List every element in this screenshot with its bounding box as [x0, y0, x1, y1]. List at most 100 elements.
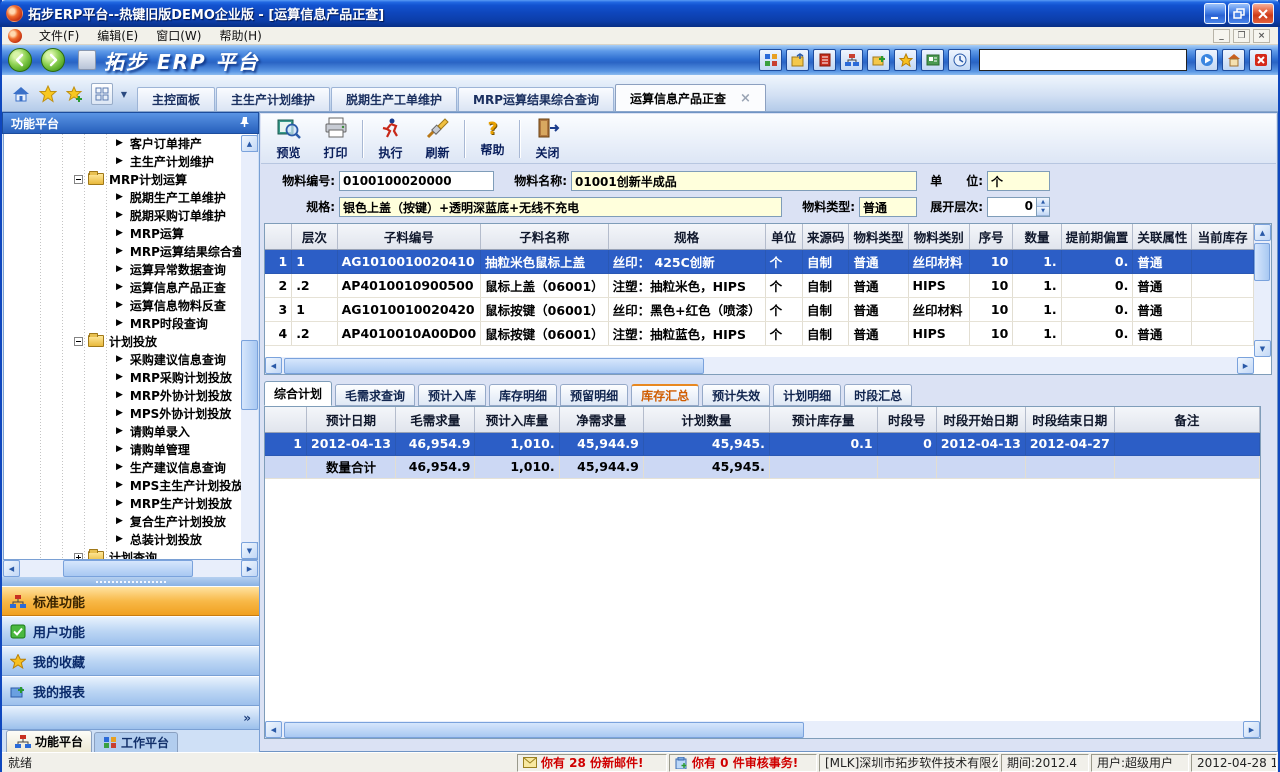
scroll-right-icon[interactable]: ▶ — [1243, 721, 1260, 738]
bom-horizontal-scrollbar[interactable]: ◀ ▶ — [265, 357, 1254, 374]
tree-vertical-scrollbar[interactable]: ▲ ▼ — [241, 135, 258, 559]
spec-input[interactable] — [339, 197, 782, 217]
tree-item-MRP运算结果综合查询[interactable]: ▶MRP运算结果综合查询 — [4, 242, 257, 260]
quick-search-input[interactable] — [979, 49, 1187, 71]
detail-tab-库存汇总[interactable]: 库存汇总 — [631, 384, 699, 406]
tree-item-脱期采购订单维护[interactable]: ▶脱期采购订单维护 — [4, 206, 257, 224]
restore-button[interactable] — [1228, 3, 1250, 24]
tree-item-MRP运算[interactable]: ▶MRP运算 — [4, 224, 257, 242]
scroll-right-icon[interactable]: ▶ — [241, 560, 258, 577]
close-app-icon[interactable] — [1249, 49, 1272, 71]
menu-item-help[interactable]: 帮助(H) — [210, 27, 270, 45]
tab-主控面板[interactable]: 主控面板 — [137, 87, 215, 111]
tree-item-MRP采购计划投放[interactable]: ▶MRP采购计划投放 — [4, 368, 257, 386]
tree-item-采购建议信息查询[interactable]: ▶采购建议信息查询 — [4, 350, 257, 368]
tree-item-脱期生产工单维护[interactable]: ▶脱期生产工单维护 — [4, 188, 257, 206]
status-audit[interactable]: 你有 0 件审核事务! — [669, 754, 817, 772]
layout-grid-icon[interactable] — [91, 83, 113, 105]
tree-item-MRP外协计划投放[interactable]: ▶MRP外协计划投放 — [4, 386, 257, 404]
sidebar-tab-工作平台[interactable]: 工作平台 — [94, 732, 178, 752]
table-row[interactable]: 2.2AP4010010900500鼠标上盖（06001）注塑：抽粒米色，HIP… — [265, 273, 1254, 297]
system-icon[interactable] — [78, 50, 96, 70]
scroll-thumb[interactable] — [1254, 243, 1270, 281]
column-header[interactable]: 时段开始日期 — [936, 407, 1025, 432]
scroll-left-icon[interactable]: ◀ — [265, 357, 282, 374]
mdi-minimize-button[interactable]: _ — [1213, 29, 1230, 43]
tree-item-MRP生产计划投放[interactable]: ▶MRP生产计划投放 — [4, 494, 257, 512]
tree-item-MPS外协计划投放[interactable]: ▶MPS外协计划投放 — [4, 404, 257, 422]
column-header[interactable] — [265, 407, 307, 432]
tree-item-主生产计划维护[interactable]: ▶主生产计划维护 — [4, 152, 257, 170]
column-header[interactable]: 序号 — [970, 224, 1013, 249]
collapse-icon[interactable] — [74, 337, 83, 346]
column-header[interactable]: 数量 — [1013, 224, 1061, 249]
sidebar-button-我的收藏[interactable]: 我的收藏 — [2, 646, 259, 676]
toolbar-button-打印[interactable]: 打印 — [312, 116, 359, 162]
item-name-input[interactable] — [571, 171, 917, 191]
detail-tab-毛需求查询[interactable]: 毛需求查询 — [335, 384, 415, 406]
column-header[interactable]: 规格 — [608, 224, 765, 249]
item-code-input[interactable] — [339, 171, 494, 191]
toolbar-button-关闭[interactable]: 关闭 — [524, 116, 571, 162]
menu-item-file[interactable]: 文件(F) — [30, 27, 88, 45]
scroll-left-icon[interactable]: ◀ — [265, 721, 282, 738]
column-header[interactable]: 时段号 — [877, 407, 936, 432]
minimize-button[interactable] — [1204, 3, 1226, 24]
scroll-down-icon[interactable]: ▼ — [1254, 340, 1271, 357]
run-icon[interactable] — [1195, 49, 1218, 71]
forward-button[interactable] — [41, 48, 65, 72]
scroll-up-icon[interactable]: ▲ — [1254, 224, 1271, 241]
table-row[interactable]: 数量合计46,954.91,010.45,944.945,945. — [265, 455, 1260, 478]
org-chart-icon[interactable] — [840, 49, 863, 71]
mdi-restore-button[interactable]: ❐ — [1233, 29, 1250, 43]
column-header[interactable]: 单位 — [765, 224, 802, 249]
column-header[interactable]: 预计库存量 — [769, 407, 877, 432]
column-header[interactable]: 毛需求量 — [395, 407, 474, 432]
expand-level-stepper[interactable]: 0 ▲▼ — [987, 197, 1050, 217]
column-header[interactable]: 备注 — [1114, 407, 1259, 432]
menu-item-window[interactable]: 窗口(W) — [147, 27, 210, 45]
toolbar-button-预览[interactable]: 预览 — [265, 116, 312, 162]
tree-item-总装计划投放[interactable]: ▶总装计划投放 — [4, 530, 257, 548]
spin-up-icon[interactable]: ▲ — [1037, 198, 1049, 207]
sidebar-button-我的报表[interactable]: 我的报表 — [2, 676, 259, 706]
contacts-icon[interactable] — [921, 49, 944, 71]
toolbar-button-帮助[interactable]: ?帮助 — [469, 116, 516, 162]
toolbar-button-刷新[interactable]: 刷新 — [414, 116, 461, 162]
home-icon[interactable] — [10, 83, 32, 105]
tree-item-请购单管理[interactable]: ▶请购单管理 — [4, 440, 257, 458]
back-button[interactable] — [8, 48, 32, 72]
item-type-input[interactable] — [859, 197, 917, 217]
column-header[interactable]: 预计入库量 — [475, 407, 559, 432]
detail-tab-预留明细[interactable]: 预留明细 — [560, 384, 628, 406]
scroll-left-icon[interactable]: ◀ — [3, 560, 20, 577]
tree-item-运算信息产品正查[interactable]: ▶运算信息产品正查 — [4, 278, 257, 296]
mdi-close-button[interactable]: × — [1253, 29, 1270, 43]
column-header[interactable]: 计划数量 — [643, 407, 769, 432]
table-row[interactable]: 31AG1010010020420鼠标按键（06001）丝印：黑色+红色（喷漆）… — [265, 297, 1254, 321]
scroll-thumb[interactable] — [63, 560, 193, 577]
scroll-thumb[interactable] — [284, 722, 804, 738]
tree-item-复合生产计划投放[interactable]: ▶复合生产计划投放 — [4, 512, 257, 530]
tree-item-请购单录入[interactable]: ▶请购单录入 — [4, 422, 257, 440]
tree-item-运算信息物料反查[interactable]: ▶运算信息物料反查 — [4, 296, 257, 314]
column-header[interactable]: 子料名称 — [481, 224, 609, 249]
tree-item-MRP时段查询[interactable]: ▶MRP时段查询 — [4, 314, 257, 332]
modules-icon[interactable] — [759, 49, 782, 71]
tab-close-icon[interactable]: × — [740, 91, 751, 106]
scroll-thumb[interactable] — [241, 340, 258, 410]
column-header[interactable]: 提前期偏置 — [1061, 224, 1133, 249]
sidebar-tab-功能平台[interactable]: 功能平台 — [6, 730, 92, 752]
tree-item-计划查询[interactable]: 计划查询 — [4, 548, 257, 560]
column-header[interactable]: 关联属性 — [1133, 224, 1192, 249]
status-mail[interactable]: 你有 28 份新邮件! — [517, 754, 667, 772]
tree-item-MPS主生产计划投放[interactable]: ▶MPS主生产计划投放 — [4, 476, 257, 494]
collapse-icon[interactable] — [74, 175, 83, 184]
sidebar-overflow-bar[interactable]: » — [2, 706, 259, 730]
tree-item-计划投放[interactable]: 计划投放 — [4, 332, 257, 350]
table-row[interactable]: 11AG1010010020410抽粒米色鼠标上盖丝印： 425C创新个自制普通… — [265, 249, 1254, 273]
close-button[interactable] — [1252, 3, 1274, 24]
column-header[interactable]: 预计日期 — [307, 407, 396, 432]
add-favorite-icon[interactable] — [64, 83, 86, 105]
detail-tab-库存明细[interactable]: 库存明细 — [489, 384, 557, 406]
